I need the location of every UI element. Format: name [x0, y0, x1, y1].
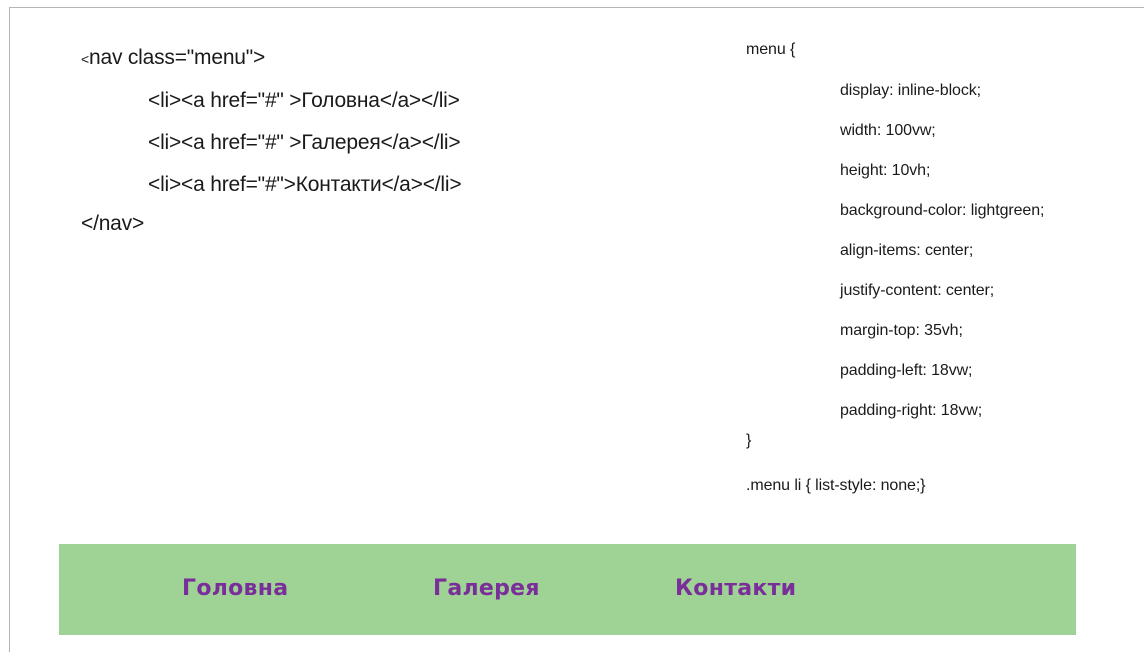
- css-declaration: align-items: center;: [840, 242, 974, 259]
- css-declaration: width: 100vw;: [840, 122, 936, 139]
- css-selector-open: menu {: [746, 41, 796, 58]
- css-li-rule: .menu li { list-style: none;}: [746, 477, 926, 494]
- html-code-nav-open-text: nav class="menu">: [88, 46, 266, 69]
- css-declaration: padding-right: 18vw;: [840, 402, 983, 419]
- menu-demo-bar: Головна Галерея Контакти: [59, 544, 1076, 635]
- menu-link-home[interactable]: Головна: [182, 575, 288, 603]
- css-declaration: display: inline-block;: [840, 82, 981, 99]
- css-declaration: margin-top: 35vh;: [840, 322, 963, 339]
- html-code-line-nav-close: </nav>: [81, 212, 145, 235]
- css-declaration: justify-content: center;: [840, 282, 995, 299]
- html-code-line-home: <li><a href="#" >Головна</a></li>: [148, 89, 460, 112]
- html-code-lt: <: [81, 51, 89, 67]
- css-close-brace: }: [746, 432, 752, 449]
- css-declaration: height: 10vh;: [840, 162, 931, 179]
- html-code-line-nav-open: <nav class="menu">: [81, 45, 265, 72]
- html-code-line-contacts: <li><a href="#">Контакти</a></li>: [148, 173, 462, 196]
- html-code-line-gallery: <li><a href="#" >Галерея</a></li>: [148, 131, 461, 154]
- menu-link-contacts[interactable]: Контакти: [675, 575, 796, 603]
- css-declaration: padding-left: 18vw;: [840, 362, 973, 379]
- css-declaration: background-color: lightgreen;: [840, 202, 1045, 219]
- menu-link-gallery[interactable]: Галерея: [433, 575, 540, 603]
